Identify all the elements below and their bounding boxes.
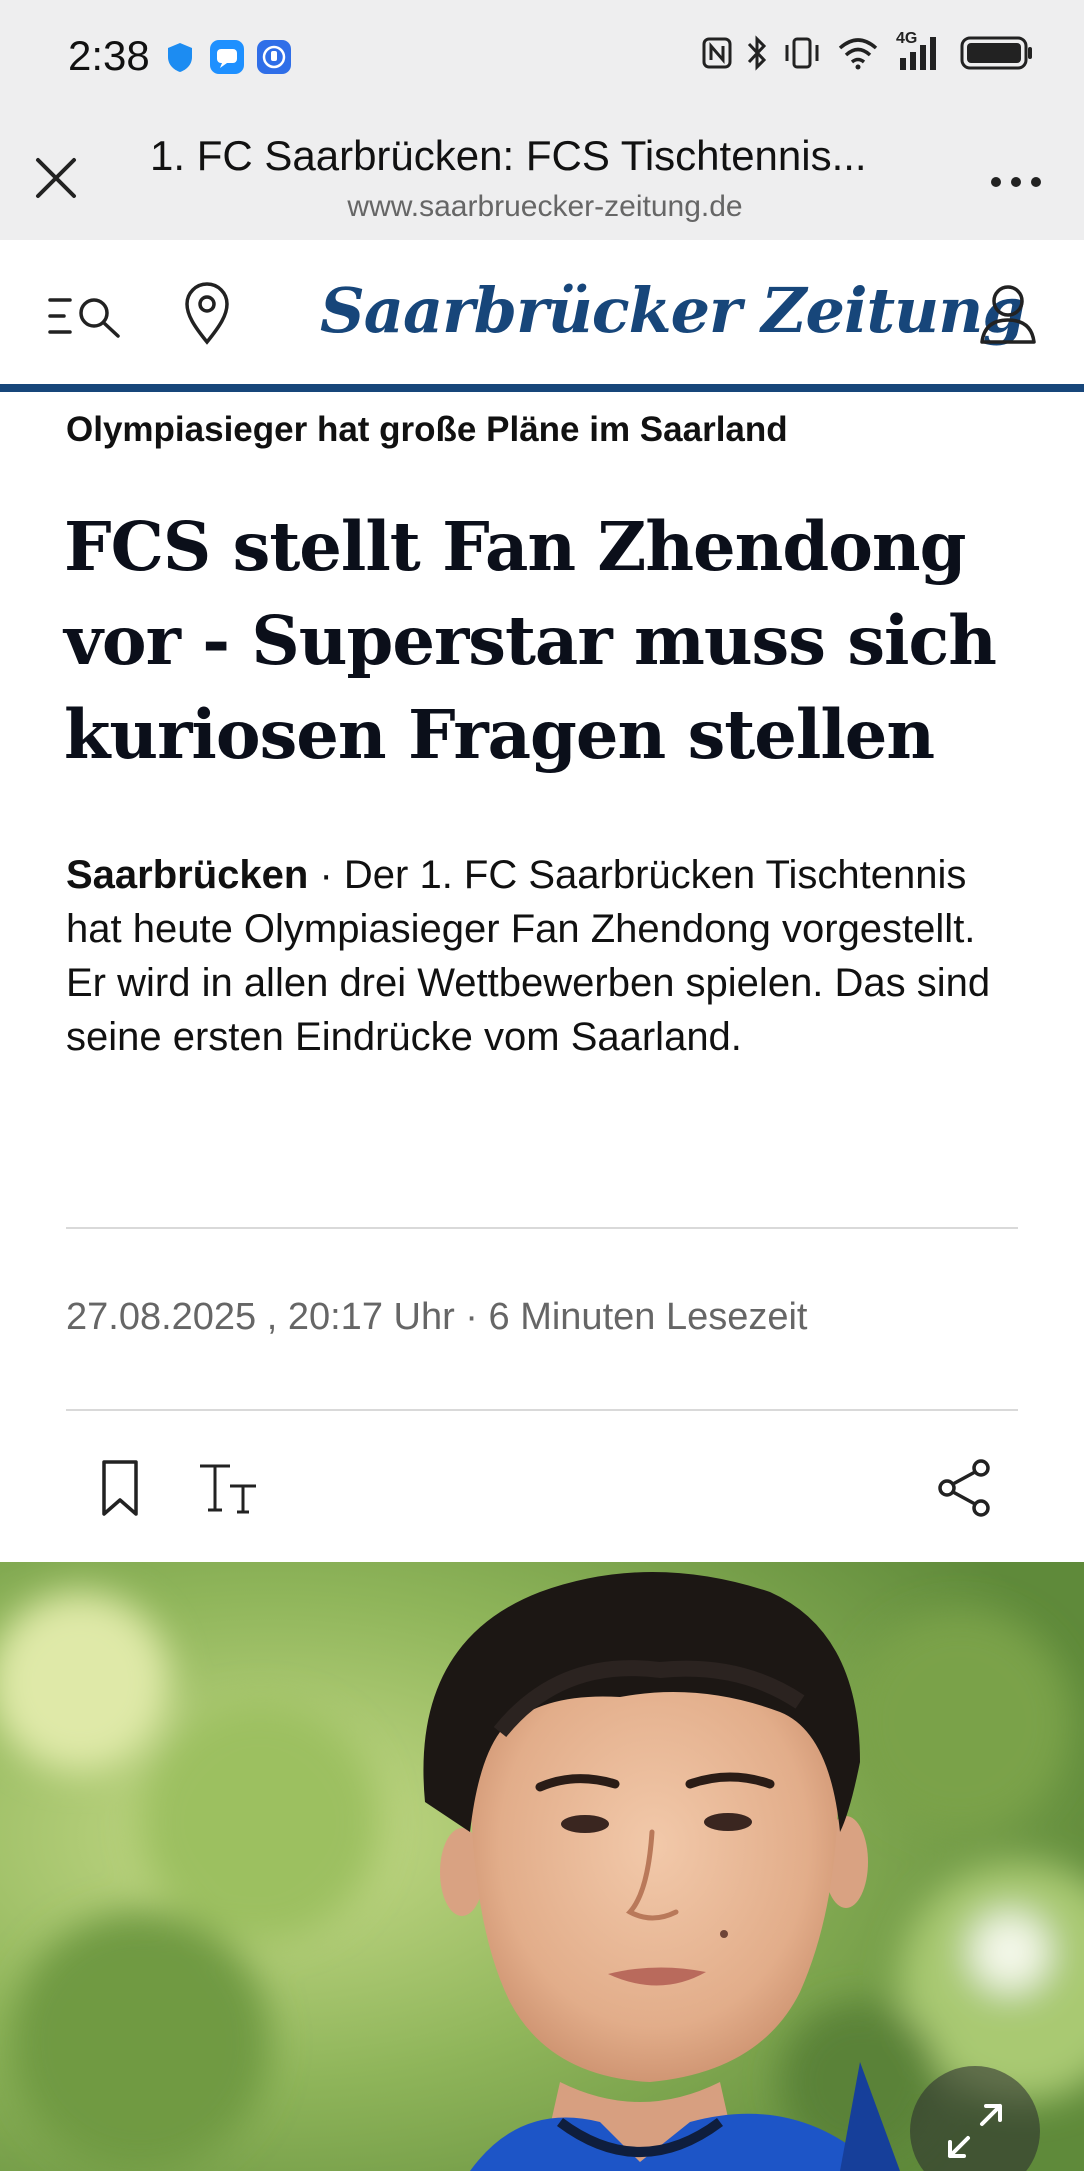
expand-image-button[interactable] [910,2066,1040,2171]
lead-place: Saarbrücken [66,853,309,897]
text-size-icon [200,1464,256,1514]
menu-search-button[interactable] [46,288,126,344]
article-lead: Saarbrücken · Der 1. FC Saarbrücken Tisc… [66,848,1026,1064]
page-url[interactable]: www.saarbruecker-zeitung.de [150,190,940,224]
location-button[interactable] [182,282,232,346]
battery-icon [960,36,1032,70]
account-button[interactable] [978,282,1038,346]
hand-app-icon [257,40,291,74]
bookmark-button[interactable] [98,1458,142,1518]
expand-icon [948,2104,1002,2158]
site-logo[interactable]: Saarbrücker Zeitung [320,274,1026,347]
page-title: 1. FC Saarbrücken: FCS Tischtennis... [150,132,867,179]
text-size-button[interactable] [196,1458,260,1518]
user-icon [980,285,1036,344]
location-pin-icon [185,282,229,345]
status-time: 2:38 [68,32,150,79]
network-type-label: 4G [894,30,946,72]
article-meta: 27.08.2025 , 20:17 Uhr · 6 Minuten Lesez… [66,1296,808,1338]
status-indicators: 4G [702,30,1034,72]
nfc-icon [702,37,732,69]
close-icon [36,158,76,198]
browser-bar: 1. FC Saarbrücken: FCS Tischtennis... ww… [0,110,1084,240]
more-button[interactable] [988,170,1044,194]
status-bar: 2:38 4G [0,0,1084,110]
shield-app-icon [163,40,197,74]
divider [66,1409,1018,1411]
article-headline: FCS stellt Fan Zhendong vor - Superstar … [64,507,997,774]
article-kicker: Olympiasieger hat große Pläne im Saarlan… [66,410,788,449]
divider [66,1227,1018,1229]
bookmark-icon [102,1460,138,1516]
share-button[interactable] [935,1458,995,1518]
message-app-icon [210,40,244,74]
vibrate-icon [785,37,819,69]
share-icon [938,1459,990,1517]
menu-search-icon [48,298,120,338]
close-button[interactable] [30,152,82,204]
signal-icon [900,37,936,70]
wifi-icon [838,38,878,70]
more-icon [991,177,1041,187]
site-header: Saarbrücker Zeitung [0,240,1084,392]
bluetooth-icon [747,35,767,71]
